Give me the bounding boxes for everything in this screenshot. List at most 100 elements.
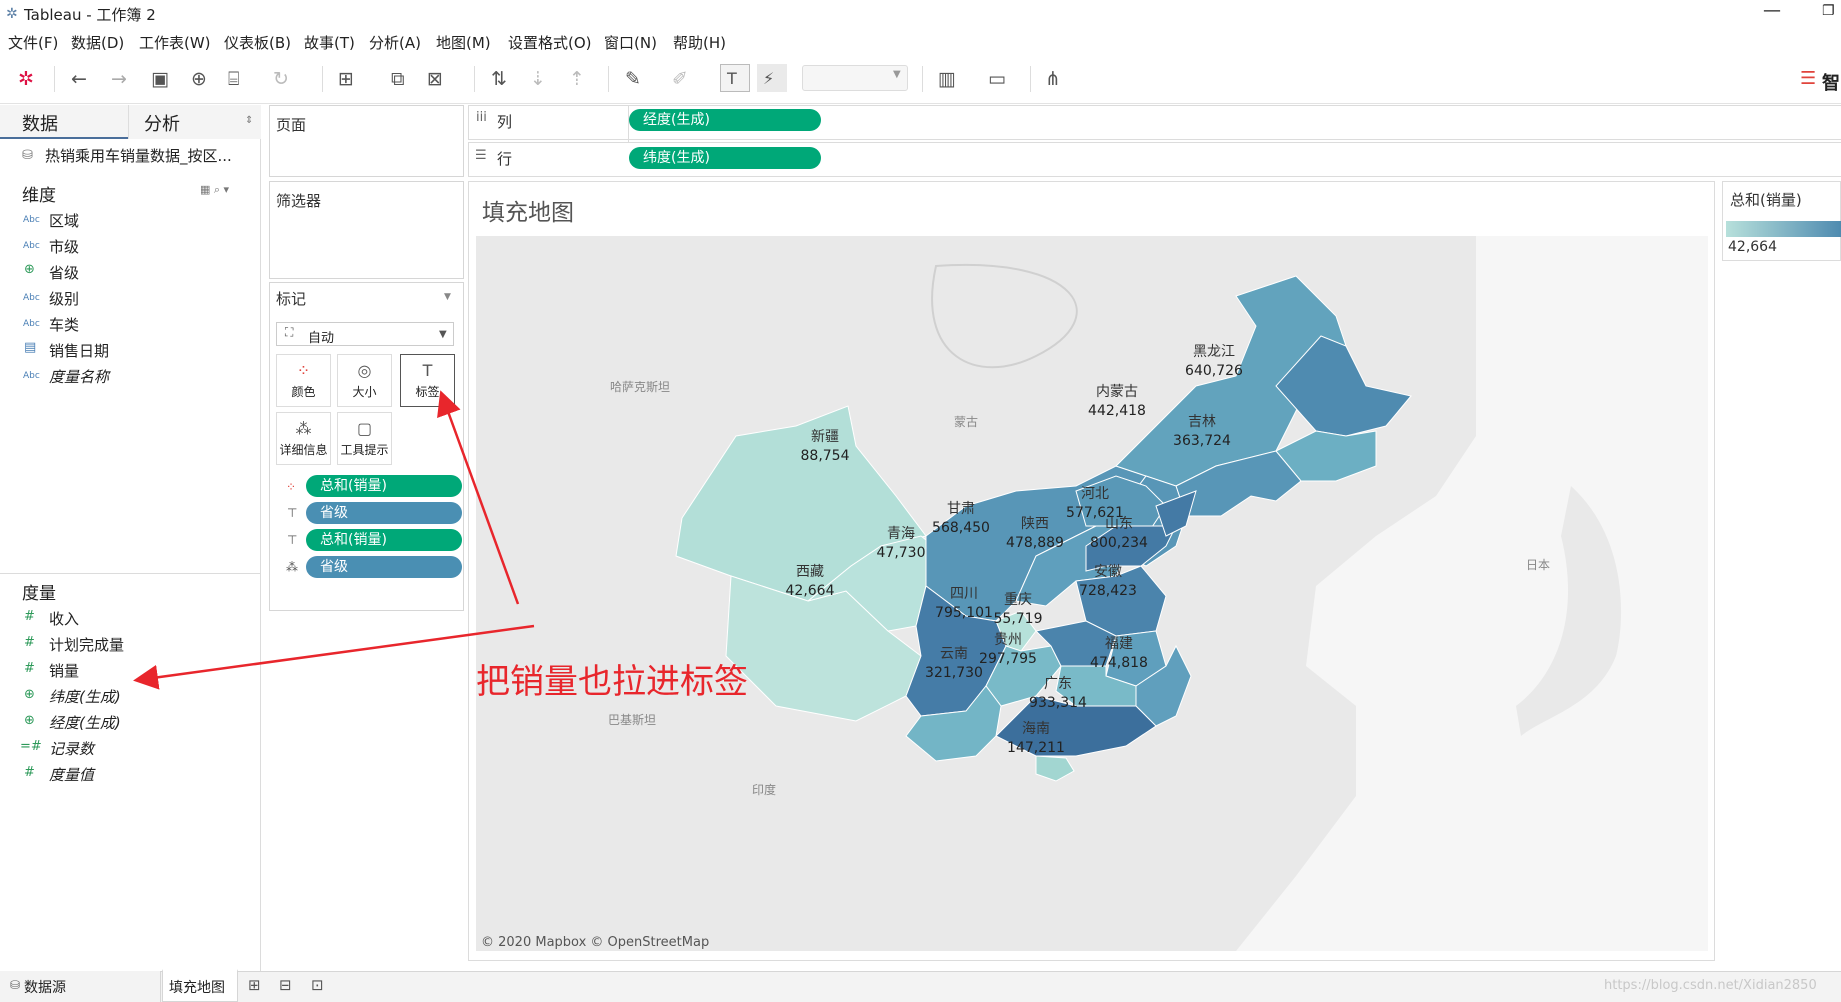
field-plan-completion[interactable]: 计划完成量 (49, 634, 124, 655)
rows-label: 行 (497, 150, 513, 168)
chevron-down-icon[interactable]: ⇕ (245, 115, 253, 126)
smart-recommend-icon[interactable]: ☰ (1800, 68, 1816, 89)
menu-analysis[interactable]: 分析(A) (369, 32, 421, 53)
province-name-label: 青海 (887, 526, 915, 542)
share-icon[interactable]: ⋔ (1045, 68, 1061, 90)
field-car-type[interactable]: 车类 (49, 314, 79, 335)
new-worksheet-icon[interactable]: ⊞ (338, 68, 354, 90)
chevron-down-icon[interactable]: ▼ (444, 292, 451, 302)
field-city[interactable]: 市级 (49, 236, 79, 257)
filled-map[interactable]: 哈萨克斯坦 蒙古 日本 巴基斯坦 印度 黑龙江 640,726 内蒙古 442,418… (476, 236, 1708, 951)
pages-title: 页面 (276, 116, 307, 134)
mark-type-dropdown[interactable] (276, 322, 454, 346)
sort-descending-icon[interactable]: ⇡ (569, 68, 585, 90)
window-title: Tableau - 工作簿 2 (24, 6, 156, 24)
duplicate-sheet-icon[interactable]: ⧉ (391, 68, 405, 90)
map-attribution[interactable]: © 2020 Mapbox © OpenStreetMap (481, 935, 709, 950)
data-pane (0, 105, 261, 971)
fix-axes-icon: ⚡ (763, 69, 775, 88)
province-value-label: 55,719 (994, 611, 1043, 627)
pause-updates-icon[interactable]: ⌸ (228, 68, 239, 90)
new-dashboard-icon[interactable]: ⊟ (279, 976, 292, 994)
tooltip-button[interactable]: ▢ 工具提示 (337, 412, 392, 465)
province-value-label: 474,818 (1090, 655, 1148, 671)
label-button[interactable]: T 标签 (400, 354, 455, 407)
color-button[interactable]: ⁘ 颜色 (276, 354, 331, 407)
swap-rows-columns-icon[interactable]: ⇅ (491, 68, 507, 90)
columns-pill-longitude[interactable]: 经度(生成) (629, 109, 821, 131)
field-sales[interactable]: 销量 (49, 660, 79, 681)
field-measure-names[interactable]: 度量名称 (49, 366, 109, 387)
show-me-icon[interactable]: ▥ (938, 68, 956, 90)
clear-sheet-icon[interactable]: ⊠ (427, 68, 443, 90)
presentation-icon[interactable]: ▭ (988, 68, 1006, 90)
tableau-home-icon[interactable]: ✲ (18, 68, 34, 90)
menu-story[interactable]: 故事(T) (304, 32, 355, 53)
field-latitude[interactable]: 纬度(生成) (49, 686, 121, 707)
detail-icon: ⁂ (286, 560, 298, 574)
group-icon[interactable]: ✐ (672, 68, 688, 90)
rows-pill-latitude[interactable]: 纬度(生成) (629, 147, 821, 169)
menu-window[interactable]: 窗口(N) (604, 32, 657, 53)
menu-format[interactable]: 设置格式(O) (508, 32, 592, 53)
field-revenue[interactable]: 收入 (49, 608, 79, 629)
field-region[interactable]: 区域 (49, 210, 79, 231)
mark-type-label: 自动 (308, 331, 335, 346)
marks-pill-province-detail[interactable]: 省级 (306, 556, 462, 578)
toolbar: ✲ ← → ▣ ⊕ ⌸ ↻ ⊞ ⧉ ⊠ ⇅ ⇣ ⇡ ✎ ✐ T ⚡ ▼ ▥ ▭ … (0, 54, 1841, 104)
marks-pill-province-label[interactable]: 省级 (306, 502, 462, 524)
tableau-logo-icon: ✲ (6, 6, 18, 22)
marks-pill-sum-sales-color[interactable]: 总和(销量) (306, 475, 462, 497)
legend-title: 总和(销量) (1730, 191, 1802, 209)
restore-icon[interactable]: ❐ (1822, 3, 1835, 19)
datasource-name[interactable]: 热销乘用车销量数据_按区... (45, 145, 232, 166)
minimize-icon[interactable]: — (1763, 0, 1781, 21)
save-icon[interactable]: ▣ (151, 68, 169, 90)
globe-icon: ⊕ (24, 687, 35, 702)
datasource-icon: ⛁ (22, 148, 33, 163)
new-worksheet-icon[interactable]: ⊞ (248, 976, 261, 994)
chevron-down-icon: ▼ (439, 329, 447, 340)
size-button[interactable]: ◎ 大小 (337, 354, 392, 407)
redo-icon[interactable]: → (111, 68, 127, 90)
new-datasource-icon[interactable]: ⊕ (191, 68, 207, 90)
field-longitude[interactable]: 经度(生成) (49, 712, 121, 733)
menu-dashboard[interactable]: 仪表板(B) (224, 32, 291, 53)
abc-icon: Abc (23, 215, 40, 225)
menu-file[interactable]: 文件(F) (8, 32, 58, 53)
province-name-label: 安徽 (1094, 564, 1122, 580)
globe-icon: ⊕ (24, 262, 35, 277)
smart-recommend-label[interactable]: 智 (1822, 69, 1840, 95)
menu-data[interactable]: 数据(D) (71, 32, 124, 53)
highlight-icon[interactable]: ✎ (625, 68, 641, 90)
field-measure-values[interactable]: 度量值 (49, 764, 94, 785)
refresh-icon[interactable]: ↻ (273, 68, 289, 90)
tooltip-button-label: 工具提示 (340, 443, 389, 457)
basemap-label: 日本 (1526, 558, 1550, 572)
new-story-icon[interactable]: ⊡ (311, 976, 324, 994)
field-level[interactable]: 级别 (49, 288, 79, 309)
menu-help[interactable]: 帮助(H) (673, 32, 726, 53)
tab-data[interactable] (0, 105, 128, 139)
detail-button[interactable]: ⁂ 详细信息 (276, 412, 331, 465)
province-name-label: 山东 (1105, 516, 1133, 532)
field-sale-date[interactable]: 销售日期 (49, 340, 109, 361)
province-value-label: 88,754 (801, 448, 850, 464)
marks-pill-sum-sales-label[interactable]: 总和(销量) (306, 529, 462, 551)
sort-ascending-icon[interactable]: ⇣ (530, 68, 546, 90)
basemap-label: 蒙古 (954, 414, 978, 429)
menu-worksheet[interactable]: 工作表(W) (139, 32, 211, 53)
color-icon: ⁘ (286, 480, 297, 494)
hash-icon: =# (20, 739, 42, 754)
province-name-label: 吉林 (1188, 414, 1216, 430)
province-value-label: 363,724 (1173, 433, 1231, 449)
filters-title: 筛选器 (276, 192, 322, 210)
province-name-label: 河北 (1081, 486, 1109, 502)
basemap-label: 哈萨克斯坦 (610, 380, 670, 394)
menu-map[interactable]: 地图(M) (436, 32, 491, 53)
pane-tools-icon[interactable]: ▦ ⌕ ▾ (200, 183, 229, 197)
sheet-tab-label: 填充地图 (169, 980, 225, 996)
field-record-count[interactable]: 记录数 (49, 738, 94, 759)
undo-icon[interactable]: ← (71, 68, 87, 90)
field-province[interactable]: 省级 (49, 262, 79, 283)
